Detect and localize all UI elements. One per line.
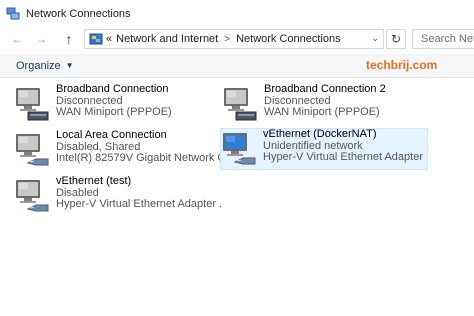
control-panel-icon <box>89 33 103 45</box>
breadcrumb-separator[interactable]: > <box>224 34 230 45</box>
title-bar: Network Connections <box>0 0 474 28</box>
forward-arrow-icon[interactable]: → <box>32 30 50 48</box>
connection-device: WAN Miniport (PPPOE) <box>264 106 380 118</box>
window-title: Network Connections <box>26 8 131 20</box>
breadcrumb-network-connections[interactable]: Network Connections <box>236 33 341 45</box>
back-arrow-icon[interactable]: ← <box>8 30 26 48</box>
connection-item[interactable]: vEthernet (test) Disabled Hyper-V Virtual … <box>14 176 222 218</box>
search-input[interactable]: Search Netw <box>412 29 474 49</box>
address-box[interactable]: « Network and Internet > Network Connect… <box>84 29 384 49</box>
refresh-icon[interactable]: ↻ <box>386 29 406 49</box>
connection-text: vEthernet (DockerNAT) Unidentified networ… <box>263 129 423 164</box>
connection-text: Broadband Connection 2 Disconnected WAN Mi… <box>264 84 386 119</box>
connection-name: Broadband Connection <box>56 84 169 95</box>
watermark: techbrij.com <box>366 58 438 72</box>
computer-ethernet-active-icon <box>223 133 256 165</box>
chevron-down-icon[interactable]: ⌄ <box>371 33 379 44</box>
connection-item[interactable]: Local Area Connection Disabled, Shared Int… <box>14 130 222 172</box>
network-connections-icon <box>6 7 20 20</box>
connection-device: Hyper-V Virtual Ethernet Adapter <box>263 151 423 163</box>
connection-device: Hyper-V Virtual Ethernet Adapter ... <box>56 198 222 210</box>
connection-device: WAN Miniport (PPPOE) <box>56 106 172 118</box>
connection-text: Local Area Connection Disabled, Shared Int… <box>56 130 222 165</box>
breadcrumb-network-and-internet[interactable]: Network and Internet <box>116 33 218 45</box>
connection-name: vEthernet (DockerNAT) <box>263 129 377 140</box>
computer-disconnected-icon <box>16 88 49 121</box>
breadcrumb-overflow[interactable]: « <box>106 33 112 45</box>
connection-text: vEthernet (test) Disabled Hyper-V Virtual … <box>56 176 222 211</box>
address-bar-row: ← → ↑ « Network and Internet > Network C… <box>0 28 474 50</box>
connection-item[interactable]: vEthernet (DockerNAT) Unidentified networ… <box>220 128 428 170</box>
connection-item[interactable]: Broadband Connection Disconnected WAN Mini… <box>14 84 222 126</box>
connection-text: Broadband Connection Disconnected WAN Mini… <box>56 84 172 119</box>
connection-name: vEthernet (test) <box>56 176 132 187</box>
organize-label: Organize <box>16 59 61 72</box>
computer-ethernet-icon <box>16 180 49 212</box>
organize-button[interactable]: Organize ▼ <box>16 60 74 72</box>
connection-name: Local Area Connection <box>56 130 167 141</box>
connection-item[interactable]: Broadband Connection 2 Disconnected WAN Mi… <box>222 84 430 126</box>
computer-ethernet-icon <box>16 134 49 166</box>
connection-device: Intel(R) 82579V Gigabit Network C... <box>56 152 222 164</box>
computer-disconnected-icon <box>224 88 257 121</box>
caret-down-icon: ▼ <box>65 61 74 70</box>
connection-name: Broadband Connection 2 <box>264 84 386 95</box>
up-arrow-icon[interactable]: ↑ <box>60 30 78 48</box>
